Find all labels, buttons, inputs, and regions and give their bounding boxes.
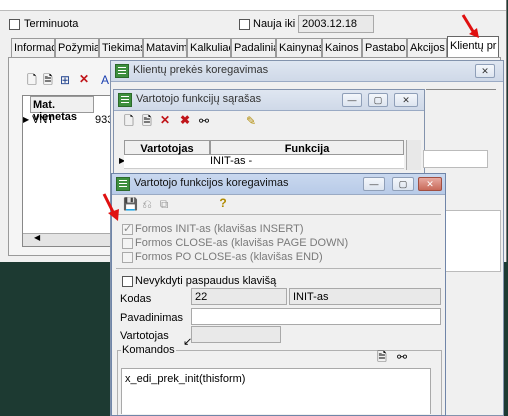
kodas-name-field[interactable]: INIT-as: [289, 288, 441, 305]
pavadinimas-field[interactable]: [191, 308, 441, 325]
edit-doc-icon[interactable]: 🗎: [140, 114, 154, 128]
top-strip: [0, 0, 506, 11]
save-icon[interactable]: 💾: [123, 197, 138, 211]
maximize-button[interactable]: ▢: [392, 177, 414, 191]
tab-padaliniai[interactable]: Padalinia: [231, 38, 276, 57]
tab-matavimo[interactable]: Matavimo: [143, 38, 187, 57]
grid-row-indicator: ▶: [23, 115, 30, 124]
delete-icon[interactable]: ✕: [158, 113, 172, 127]
app-icon: [116, 177, 130, 191]
terminuota-checkbox[interactable]: [9, 19, 20, 30]
maximize-button[interactable]: ▢: [368, 93, 388, 107]
window-titlebar[interactable]: Klientų prekės koregavimas ✕: [111, 61, 503, 82]
vartotojas-label: Vartotojas: [120, 330, 169, 342]
delete-all-icon[interactable]: ✖: [178, 113, 192, 127]
edit-pencil-icon[interactable]: ✎: [244, 114, 258, 128]
komandos-label: Komandos: [121, 344, 176, 356]
tab-pastabos[interactable]: Pastabos: [362, 38, 407, 57]
window-funkciju-sarasas: Vartotojo funkcijų sąrašas — ▢ ✕ 🗋 🗎 ✕ ✖…: [113, 89, 425, 177]
tab-klientu-prekes[interactable]: Klientų pr: [447, 36, 499, 58]
tab-kalkuliacija[interactable]: Kalkuliac: [187, 38, 231, 57]
minimize-button[interactable]: —: [363, 177, 385, 191]
row-funkcija-cell[interactable]: INIT-as -: [210, 155, 252, 167]
bg-field-1: [423, 150, 488, 168]
close-button[interactable]: ✕: [394, 93, 418, 107]
tab-tiekimas[interactable]: Tiekimas: [99, 38, 143, 57]
option-close-checkbox[interactable]: [122, 238, 133, 249]
search-binoculars-icon[interactable]: ⚯: [197, 114, 211, 128]
scroll-left-icon[interactable]: ◀: [34, 233, 40, 242]
grid-cell-vnt[interactable]: VNT: [32, 114, 54, 126]
option-po-close-label: Formos PO CLOSE-as (klavišas END): [135, 251, 323, 263]
option-close-label: Formos CLOSE-as (klavišas PAGE DOWN): [135, 237, 349, 249]
kodas-label: Kodas: [120, 293, 152, 305]
tab-pozymiai[interactable]: Požymiai: [55, 38, 99, 57]
tab-kainynas[interactable]: Kainynas: [276, 38, 322, 57]
column-header-funkcija[interactable]: Funkcija: [210, 140, 404, 155]
panel-line: [426, 89, 496, 90]
window-title: Vartotojo funkcijų sąrašas: [136, 93, 262, 105]
toolbar-divider: [116, 214, 441, 215]
ignore-key-label: Nevykdyti paspaudus klavišą: [135, 275, 277, 287]
window-funkcijos-koregavimas: Vartotojo funkcijos koregavimas — ▢ ✕ 💾 …: [111, 173, 446, 416]
nauja-iki-label: Nauja iki: [253, 18, 296, 30]
help-icon[interactable]: ?: [216, 196, 230, 210]
kodas-field[interactable]: 22: [191, 288, 287, 305]
window-title: Klientų prekės koregavimas: [133, 64, 269, 76]
window-titlebar[interactable]: Vartotojo funkcijos koregavimas — ▢ ✕: [112, 174, 445, 195]
column-header-vartotojas[interactable]: Vartotojas: [124, 140, 210, 155]
pavadinimas-label: Pavadinimas: [120, 312, 183, 324]
app-icon: [115, 64, 129, 78]
window-title: Vartotojo funkcijos koregavimas: [134, 177, 289, 189]
edit-doc-icon[interactable]: 🗎: [41, 73, 55, 87]
vartotojas-field[interactable]: [191, 326, 281, 343]
close-button[interactable]: ✕: [475, 64, 495, 78]
new-doc-icon[interactable]: 🗋: [122, 114, 136, 128]
vscroll[interactable]: [406, 140, 421, 170]
terminuota-label: Terminuota: [24, 18, 79, 30]
ignore-key-checkbox[interactable]: [122, 276, 133, 287]
new-doc-icon[interactable]: 🗋: [25, 73, 39, 87]
option-po-close-checkbox[interactable]: [122, 252, 133, 263]
section-divider: [116, 268, 441, 269]
window-titlebar[interactable]: Vartotojo funkcijų sąrašas — ▢ ✕: [114, 90, 424, 111]
search-binoculars-icon[interactable]: ⚯: [395, 350, 409, 364]
undo-icon[interactable]: ⎌: [140, 197, 154, 211]
nauja-iki-field[interactable]: 2003.12.18: [298, 15, 374, 33]
close-button[interactable]: ✕: [418, 177, 442, 191]
grid-header-mat-vienetas[interactable]: Mat. vienetas: [30, 96, 94, 123]
edit-doc-icon[interactable]: 🗎: [375, 350, 389, 364]
option-init-label: Formos INIT-as (klavišas INSERT): [135, 223, 304, 235]
app-icon: [118, 93, 132, 107]
nauja-iki-checkbox[interactable]: [239, 19, 250, 30]
copy-rows-icon[interactable]: ⊞: [58, 73, 72, 87]
delete-icon[interactable]: ✕: [77, 72, 91, 86]
komandos-textarea[interactable]: x_edi_prek_init(thisform): [121, 368, 431, 414]
minimize-button[interactable]: —: [342, 93, 362, 107]
list-row[interactable]: [124, 155, 404, 169]
option-init-checkbox[interactable]: [122, 222, 133, 235]
tab-akcijos[interactable]: Akcijos: [407, 38, 447, 57]
copy-icon[interactable]: ⧉: [157, 197, 171, 211]
tab-informacija[interactable]: Informac: [11, 38, 55, 57]
tab-kainos[interactable]: Kainos: [322, 38, 362, 57]
